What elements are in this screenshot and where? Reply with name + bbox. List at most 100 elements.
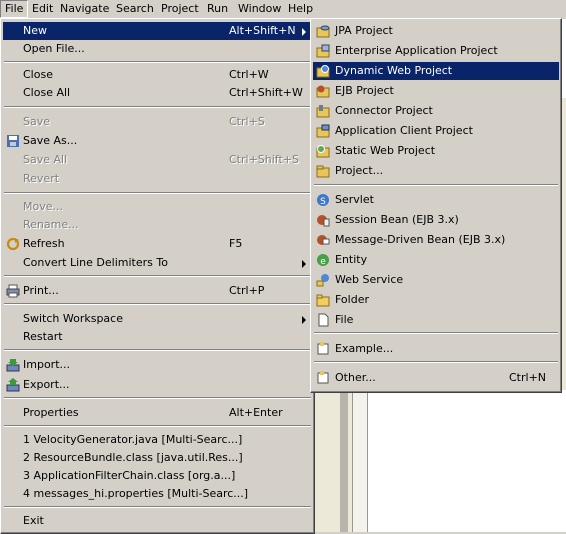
menu-separator <box>4 61 311 63</box>
new-item-web-service[interactable]: Web Service <box>313 271 559 289</box>
new-item-dynamic-web-project[interactable]: Dynamic Web Project <box>313 62 559 80</box>
menu-separator <box>314 361 558 363</box>
shortcut-label: F5 <box>229 237 243 250</box>
menu-window[interactable]: Window <box>234 1 285 17</box>
recent-file-4[interactable]: 4 messages_hi.properties [Multi-Searc...… <box>3 485 312 503</box>
shortcut-label: Ctrl+S <box>229 115 265 128</box>
new-item-servlet[interactable]: S Servlet <box>313 191 559 209</box>
menu-item-print[interactable]: Print... Ctrl+P <box>3 282 312 300</box>
menu-edit[interactable]: Edit <box>28 1 57 17</box>
new-submenu: JPA Project Enterprise Application Proje… <box>310 18 562 393</box>
folder-icon <box>316 294 330 307</box>
menu-item-exit[interactable]: Exit <box>3 512 312 530</box>
menu-item-label: Import... <box>23 358 70 371</box>
menu-item-rename[interactable]: Rename... <box>3 216 312 234</box>
menu-item-label: 3 ApplicationFilterChain.class [org.a...… <box>23 469 236 482</box>
new-item-message-driven-bean[interactable]: Message-Driven Bean (EJB 3.x) <box>313 231 559 249</box>
menu-separator <box>4 106 311 108</box>
menu-item-convert-line-delimiters[interactable]: Convert Line Delimiters To <box>3 254 312 272</box>
submenu-arrow-icon <box>302 28 306 36</box>
menu-item-label: Open File... <box>23 42 85 55</box>
new-item-static-web-project[interactable]: Static Web Project <box>313 142 559 160</box>
menu-search[interactable]: Search <box>112 1 158 17</box>
new-item-file[interactable]: File <box>313 311 559 329</box>
svg-text:S: S <box>320 197 326 207</box>
menu-item-export[interactable]: Export... <box>3 376 312 394</box>
menu-item-save[interactable]: Save Ctrl+S <box>3 113 312 131</box>
menu-item-label: Entity <box>335 253 368 266</box>
new-item-project[interactable]: Project... <box>313 162 559 180</box>
menu-item-close[interactable]: Close Ctrl+W <box>3 66 312 84</box>
recent-file-3[interactable]: 3 ApplicationFilterChain.class [org.a...… <box>3 467 312 485</box>
shortcut-label: Alt+Enter <box>229 406 283 419</box>
session-bean-icon <box>317 215 330 227</box>
menu-navigate[interactable]: Navigate <box>56 1 113 17</box>
new-item-example[interactable]: Example... <box>313 340 559 358</box>
menu-item-label: File <box>335 313 354 326</box>
menu-item-label: Convert Line Delimiters To <box>23 256 168 269</box>
enterprise-app-icon <box>316 44 330 58</box>
menu-item-label: Save <box>23 115 51 128</box>
menu-item-label: Connector Project <box>335 104 433 117</box>
recent-file-1[interactable]: 1 VelocityGenerator.java [Multi-Searc...… <box>3 431 312 449</box>
new-item-ejb-project[interactable]: EJB Project <box>313 82 559 100</box>
menu-run[interactable]: Run <box>203 1 232 17</box>
menu-item-label: Close All <box>23 86 71 99</box>
dynamic-web-icon <box>316 65 330 78</box>
new-item-application-client-project[interactable]: Application Client Project <box>313 122 559 140</box>
menu-item-move[interactable]: Move... <box>3 198 312 216</box>
menu-item-open-file[interactable]: Open File... <box>3 40 312 58</box>
new-item-enterprise-application-project[interactable]: Enterprise Application Project <box>313 42 559 60</box>
editor-ruler <box>340 380 348 532</box>
entity-icon: e <box>317 254 329 267</box>
shortcut-label: Ctrl+Shift+W <box>229 86 303 99</box>
new-item-jpa-project[interactable]: JPA Project <box>313 22 559 40</box>
menu-item-label: Servlet <box>335 193 374 206</box>
shortcut-label: Ctrl+P <box>229 284 265 297</box>
web-service-icon <box>316 274 329 287</box>
mdb-icon <box>317 235 330 245</box>
connector-icon <box>316 105 330 118</box>
menu-item-label: Application Client Project <box>335 124 473 137</box>
other-wizard-icon <box>317 371 329 384</box>
svg-text:e: e <box>320 257 326 267</box>
menu-separator <box>4 192 311 194</box>
menu-item-label: Message-Driven Bean (EJB 3.x) <box>335 233 506 246</box>
menu-project[interactable]: Project <box>157 1 203 17</box>
menu-separator <box>4 349 311 351</box>
recent-file-2[interactable]: 2 ResourceBundle.class [java.util.Res...… <box>3 449 312 467</box>
menu-separator <box>4 303 311 305</box>
menu-item-refresh[interactable]: Refresh F5 <box>3 235 312 253</box>
menu-separator <box>314 332 558 334</box>
new-item-connector-project[interactable]: Connector Project <box>313 102 559 120</box>
menu-separator <box>4 275 311 277</box>
menu-item-save-as[interactable]: Save As... <box>3 132 312 150</box>
menu-separator <box>4 397 311 399</box>
menu-item-switch-workspace[interactable]: Switch Workspace <box>3 310 312 328</box>
project-icon <box>316 165 330 178</box>
menu-item-label: Close <box>23 68 53 81</box>
menu-separator <box>4 506 311 508</box>
menu-item-restart[interactable]: Restart <box>3 328 312 346</box>
menu-help[interactable]: Help <box>284 1 317 17</box>
save-as-icon <box>7 135 19 147</box>
new-item-other[interactable]: Other... Ctrl+N <box>313 369 559 387</box>
menu-item-new[interactable]: New Alt+Shift+N <box>3 22 312 40</box>
menu-file[interactable]: File <box>0 0 29 18</box>
new-item-session-bean[interactable]: Session Bean (EJB 3.x) <box>313 211 559 229</box>
menu-item-revert[interactable]: Revert <box>3 170 312 188</box>
menu-separator <box>314 184 558 186</box>
menu-item-label: Web Service <box>335 273 404 286</box>
menu-item-close-all[interactable]: Close All Ctrl+Shift+W <box>3 84 312 102</box>
submenu-arrow-icon <box>302 316 306 324</box>
menu-item-import[interactable]: Import... <box>3 356 312 374</box>
shortcut-label: Ctrl+N <box>509 371 547 384</box>
editor-scrollbar[interactable] <box>352 380 368 532</box>
menu-item-save-all[interactable]: Save All Ctrl+Shift+S <box>3 151 312 169</box>
menu-item-label: Dynamic Web Project <box>335 64 453 77</box>
new-item-entity[interactable]: e Entity <box>313 251 559 269</box>
refresh-icon <box>6 237 20 251</box>
menu-item-label: Restart <box>23 330 63 343</box>
menu-item-properties[interactable]: Properties Alt+Enter <box>3 404 312 422</box>
new-item-folder[interactable]: Folder <box>313 291 559 309</box>
